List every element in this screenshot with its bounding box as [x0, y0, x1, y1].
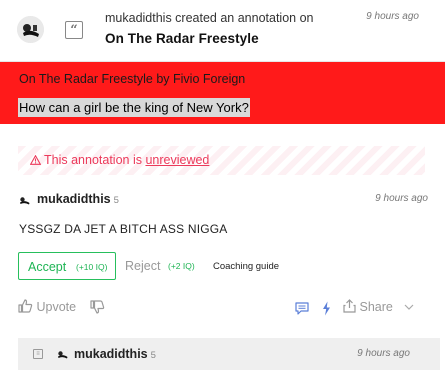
reject-iq: (+2 IQ)	[168, 261, 195, 271]
unreviewed-banner: This annotation is unreviewed	[18, 146, 425, 175]
reply-bar[interactable]: ≡ mukadidthis 5 9 hours ago	[18, 338, 440, 370]
accept-label: Accept	[28, 260, 67, 274]
song-credit[interactable]: On The Radar Freestyle by Fivio Foreign	[19, 72, 245, 86]
reject-button[interactable]: Reject	[125, 259, 160, 273]
accept-iq: (+10 IQ)	[76, 262, 108, 272]
downvote-button[interactable]	[90, 299, 105, 317]
song-title-link[interactable]: On The Radar Freestyle	[105, 31, 259, 46]
chevron-down-icon[interactable]	[404, 304, 414, 311]
upvote-label: Upvote	[36, 300, 77, 314]
upvote-button[interactable]: Upvote	[18, 299, 76, 314]
timestamp: 9 hours ago	[357, 348, 410, 359]
avatar[interactable]	[18, 194, 31, 207]
timestamp: 9 hours ago	[375, 193, 428, 204]
avatar[interactable]	[56, 348, 69, 361]
activity-text: mukadidthis created an annotation on	[105, 11, 314, 25]
avatar[interactable]	[17, 16, 44, 43]
timestamp: 9 hours ago	[366, 11, 419, 22]
coaching-guide-link[interactable]: Coaching guide	[213, 261, 279, 272]
highlighted-lyric[interactable]: How can a girl be the king of New York?	[18, 98, 250, 117]
reply-author-iq: 5	[150, 350, 156, 361]
share-button[interactable]: Share	[343, 299, 393, 314]
author-name[interactable]: mukadidthis	[37, 192, 111, 206]
annotation-actions: Upvote Share	[0, 298, 445, 320]
comment-box-icon: ≡	[33, 349, 43, 359]
activity-header: “ mukadidthis created an annotation on O…	[0, 0, 445, 62]
accept-button[interactable]: Accept (+10 IQ)	[18, 252, 116, 280]
annotation-card: “ mukadidthis created an annotation on O…	[0, 0, 445, 375]
share-icon	[343, 299, 356, 313]
lyric-block: On The Radar Freestyle by Fivio Foreign …	[0, 62, 445, 124]
thumbs-down-icon	[90, 300, 105, 314]
quote-icon: “	[65, 21, 83, 39]
unreviewed-link[interactable]: unreviewed	[145, 153, 209, 167]
annotation-body: YSSGZ DA JET A BITCH ASS NIGGA	[19, 222, 228, 236]
author-iq: 5	[113, 195, 119, 206]
reply-author-name[interactable]: mukadidthis	[74, 347, 148, 361]
warning-icon	[30, 155, 41, 165]
comment-icon[interactable]	[295, 302, 309, 315]
status-text: This annotation is	[44, 153, 146, 167]
annotation-author-row: mukadidthis 5 9 hours ago	[18, 192, 428, 210]
thumbs-up-icon	[18, 299, 33, 313]
share-label: Share	[359, 300, 393, 314]
lightning-icon[interactable]	[322, 301, 331, 316]
